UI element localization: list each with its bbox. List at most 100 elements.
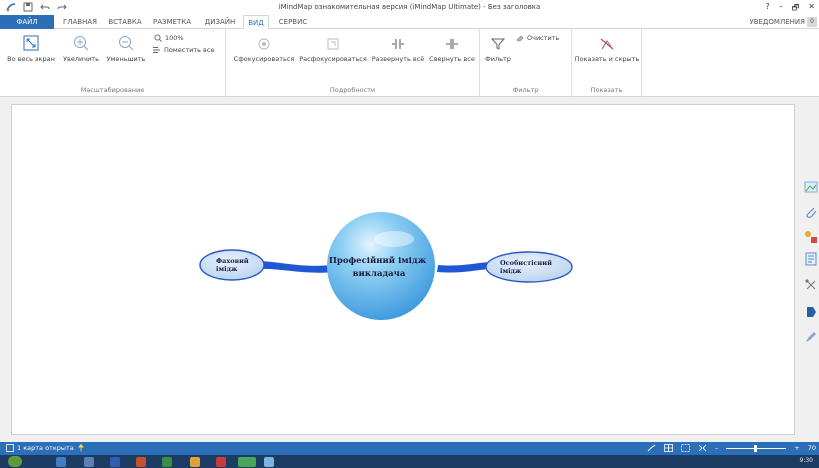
zoom-100-label: 100%	[165, 34, 184, 42]
grid-view-icon[interactable]	[664, 444, 673, 452]
tab-view[interactable]: ВИД	[243, 15, 269, 30]
branch-tools-icon[interactable]	[804, 278, 818, 292]
pin-icon[interactable]	[77, 444, 85, 452]
collapse-all-label: Свернуть все	[429, 55, 475, 63]
taskbar-folder-icon[interactable]	[84, 457, 94, 467]
zoom-out-icon	[119, 36, 134, 51]
zoom-slider-thumb[interactable]	[754, 444, 758, 452]
show-hide-label: Показать и скрыть	[574, 55, 640, 63]
fit-screen-label: Во весь экран	[7, 55, 55, 63]
collapse-all-icon	[446, 39, 458, 49]
group-show: Показать и скрыть Показать	[572, 29, 642, 97]
magnifier-icon	[154, 34, 162, 42]
tab-service[interactable]: СЕРВИС	[272, 15, 314, 29]
right-branch-node[interactable]	[485, 251, 573, 283]
central-topic-node[interactable]	[327, 212, 435, 320]
workspace: Фаховий імідж Особистісний імідж Професі…	[0, 97, 819, 442]
tab-insert[interactable]: ВСТАВКА	[104, 15, 146, 29]
mind-map-canvas[interactable]: Фаховий імідж Особистісний імідж Професі…	[11, 104, 795, 435]
left-branch-line[interactable]	[260, 261, 334, 273]
paperclip-icon[interactable]	[804, 205, 818, 219]
unfocus-icon	[327, 38, 339, 50]
clear-filter-button[interactable]: Очистить	[516, 34, 559, 42]
taskbar-opera-icon[interactable]	[216, 457, 226, 467]
notes-icon[interactable]	[804, 252, 818, 266]
unfocus-label: Расфокусироваться	[299, 55, 367, 63]
mind-map: Фаховий імідж Особистісний імідж Професі…	[199, 212, 573, 320]
taskbar-powerpoint-icon[interactable]	[136, 457, 146, 467]
fit-all-label: Поместить все	[164, 46, 215, 54]
zoom-100-button[interactable]: 100%	[154, 34, 184, 42]
taskbar-chrome-icon[interactable]	[190, 457, 200, 467]
taskbar-app-icon[interactable]	[264, 457, 274, 467]
filter-button[interactable]: Фильтр	[484, 37, 512, 63]
expand-all-button[interactable]: Развернуть всё	[370, 37, 426, 63]
group-scale: Во весь экран Увеличить Уменьшить 100% П…	[0, 29, 226, 97]
zoom-in-label: Увеличить	[63, 55, 99, 63]
fit-all-icon	[153, 47, 160, 53]
right-branch-line[interactable]	[437, 262, 490, 273]
window-title: iMindMap ознакомительная версия (iMindMa…	[278, 3, 541, 11]
expand-view-icon[interactable]	[698, 444, 707, 452]
start-button[interactable]	[8, 456, 22, 467]
notifications-button[interactable]: УВЕДОМЛЕНИЯ	[749, 15, 805, 29]
image-icon[interactable]	[804, 180, 818, 194]
fit-all-button[interactable]: Поместить все	[152, 46, 214, 54]
title-bar: iMindMap ознакомительная версия (iMindMa…	[0, 0, 819, 15]
taskbar-excel-icon[interactable]	[162, 457, 172, 467]
zoom-in-button[interactable]: Увеличить	[60, 35, 102, 63]
shapes-icon[interactable]	[804, 230, 818, 244]
status-right: – + 70	[647, 444, 816, 452]
focus-label: Сфокусироваться	[233, 55, 295, 63]
zoom-out-label: Уменьшить	[106, 55, 146, 63]
tab-file[interactable]: ФАЙЛ	[0, 15, 54, 29]
central-topic-highlight	[374, 231, 414, 247]
focus-button[interactable]: Сфокусироваться	[232, 37, 296, 63]
unfocus-button[interactable]: Расфокусироваться	[298, 37, 368, 63]
clear-filter-label: Очистить	[527, 34, 560, 42]
show-hide-button[interactable]: Показать и скрыть	[574, 37, 640, 63]
clock: 9:30	[799, 457, 813, 464]
tab-layout[interactable]: РАЗМЕТКА	[148, 15, 196, 29]
tag-icon[interactable]	[804, 305, 818, 319]
notifications-count: 0	[807, 17, 817, 27]
minimize-button[interactable]: –	[779, 2, 783, 16]
zoom-slider[interactable]	[726, 444, 787, 452]
filter-label: Фильтр	[485, 55, 511, 63]
focus-icon	[258, 38, 270, 50]
tab-home[interactable]: ГЛАВНАЯ	[58, 15, 102, 29]
group-details: Сфокусироваться Расфокусироваться Развер…	[226, 29, 480, 97]
fit-screen-button[interactable]: Во весь экран	[2, 35, 60, 63]
zoom-out-button[interactable]: Уменьшить	[104, 35, 148, 63]
funnel-icon	[491, 38, 505, 50]
ribbon: Во весь экран Увеличить Уменьшить 100% П…	[0, 29, 819, 97]
group-show-label: Показать	[590, 86, 623, 94]
collapse-all-button[interactable]: Свернуть все	[427, 37, 477, 63]
taskbar-browser-icon[interactable]	[56, 457, 66, 467]
group-details-label: Подробности	[329, 86, 376, 94]
maps-open-text: 1 карта открыта	[17, 444, 74, 452]
fit-screen-icon	[23, 35, 39, 51]
close-button[interactable]: ✕	[808, 2, 815, 16]
group-scale-label: Масштабирование	[80, 86, 145, 94]
zoom-minus-button[interactable]: –	[715, 444, 718, 452]
status-bar: 1 карта открыта – + 70	[0, 442, 819, 455]
taskbar-imindmap-icon[interactable]	[238, 457, 256, 467]
zoom-plus-button[interactable]: +	[794, 444, 799, 452]
zoom-in-icon	[74, 36, 89, 51]
expand-all-label: Развернуть всё	[371, 55, 425, 63]
restore-button[interactable]: 🗗	[792, 2, 800, 16]
window-controls: ? – 🗗 ✕	[766, 2, 815, 16]
tab-design[interactable]: ДИЗАЙН	[198, 15, 242, 29]
expand-all-icon	[392, 39, 404, 49]
system-tray: 9:30	[800, 457, 813, 464]
os-taskbar: 9:30	[0, 455, 819, 468]
ribbon-tabs: ФАЙЛ ГЛАВНАЯ ВСТАВКА РАЗМЕТКА ДИЗАЙН ВИД…	[0, 15, 819, 30]
brush-icon[interactable]	[647, 444, 656, 452]
group-filter-label: Фильтр	[512, 86, 539, 94]
zoom-value: 70	[807, 444, 816, 452]
help-button[interactable]: ?	[766, 2, 770, 16]
taskbar-word-icon[interactable]	[110, 457, 120, 467]
pen-icon[interactable]	[804, 330, 818, 344]
fit-view-icon[interactable]	[681, 444, 690, 452]
